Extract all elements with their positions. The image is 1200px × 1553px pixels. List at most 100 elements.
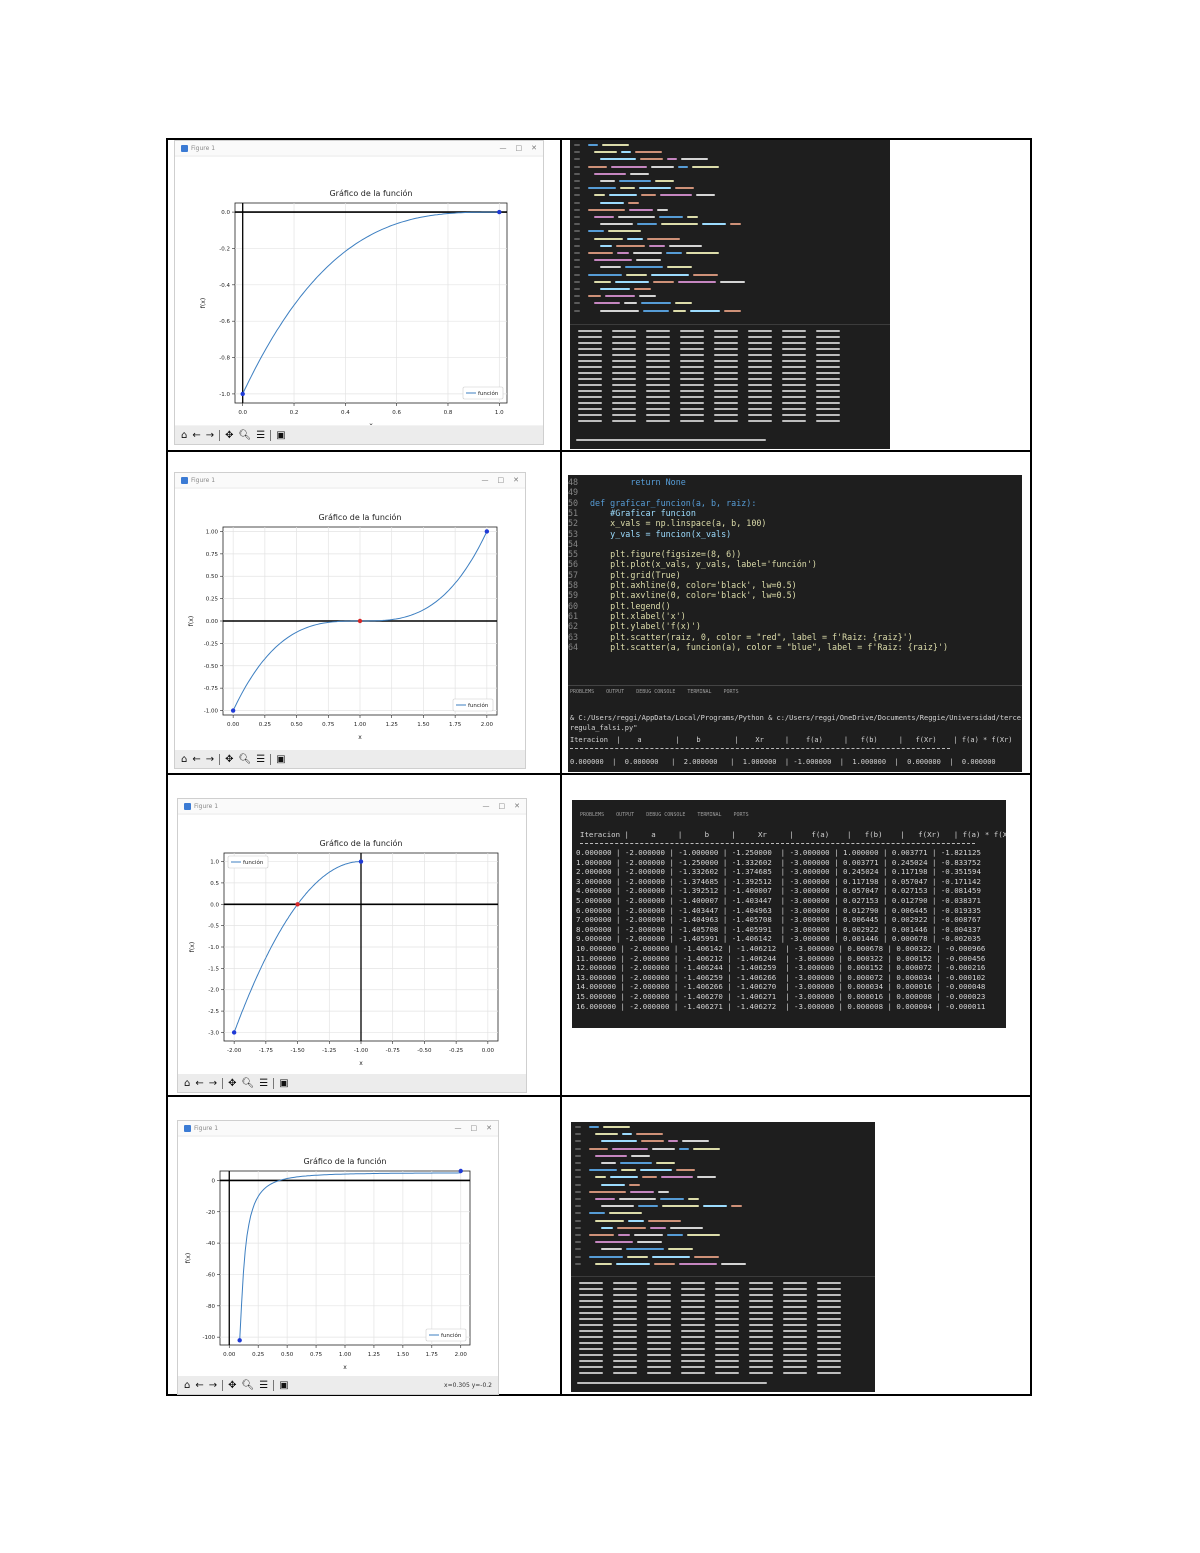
zoom-icon[interactable]: 🔍︎ (239, 430, 252, 441)
table-cell (714, 420, 738, 422)
pan-icon[interactable]: ✥ (228, 1380, 236, 1391)
table-cell (817, 1372, 841, 1374)
table-cell (681, 1306, 705, 1308)
code-line: 52 x_vals = np.linspace(a, b, 100) (568, 518, 766, 528)
plot-canvas[interactable]: Gráfico de la función x f(x) 0.00 0.25 0.50 0.… (178, 1137, 498, 1377)
code-token (670, 1226, 703, 1229)
code-token (661, 1176, 693, 1179)
zoom-icon[interactable]: 🔍︎ (242, 1380, 255, 1391)
save-icon[interactable]: ▣ (276, 754, 285, 765)
table-cell (715, 1300, 739, 1302)
pan-icon[interactable]: ✥ (225, 430, 233, 441)
code-token (656, 1162, 675, 1164)
terminal-tabs[interactable]: PROBLEMS OUTPUT DEBUG CONSOLE TERMINAL P… (580, 812, 1006, 818)
code-token (595, 1241, 633, 1244)
table-cell (612, 414, 636, 416)
zoom-icon[interactable]: 🔍︎ (239, 754, 252, 765)
pan-icon[interactable]: ✥ (225, 754, 233, 765)
maximize-icon[interactable]: □ (499, 802, 506, 810)
table-cell (816, 330, 840, 332)
table-row: 15.000000 | -2.000000 | -1.406270 | -1.4… (576, 992, 986, 1001)
configure-icon[interactable]: ☰ (256, 430, 265, 441)
configure-icon[interactable]: ☰ (259, 1380, 268, 1391)
home-icon[interactable]: ⌂ (181, 430, 187, 441)
table-cell (816, 360, 840, 362)
close-icon[interactable]: ✕ (531, 144, 537, 152)
back-icon[interactable]: ← (195, 1380, 203, 1391)
legend-label: función (243, 859, 264, 866)
home-icon[interactable]: ⌂ (181, 754, 187, 765)
minimize-icon[interactable]: — (500, 144, 507, 152)
code-token (594, 172, 626, 175)
table-cell (715, 1366, 739, 1368)
minimize-icon[interactable]: — (455, 1124, 462, 1132)
plot-canvas[interactable]: Gráfico de la función x f(x) 0.0 0.2 0.4 0.6 0.… (175, 157, 543, 429)
pan-icon[interactable]: ✥ (228, 1078, 236, 1089)
forward-icon[interactable]: → (206, 430, 214, 441)
table-cell (782, 396, 806, 398)
panel-divider (570, 324, 890, 325)
close-icon[interactable]: ✕ (486, 1124, 492, 1132)
code-token (667, 266, 692, 269)
minimize-icon[interactable]: — (482, 476, 489, 484)
y-tick-label: 1.00 (206, 529, 219, 535)
code-line: 49 (568, 487, 590, 497)
x-tick-label: 0.75 (322, 722, 335, 728)
home-icon[interactable]: ⌂ (184, 1380, 190, 1391)
save-icon[interactable]: ▣ (279, 1078, 288, 1089)
forward-icon[interactable]: → (209, 1078, 217, 1089)
table-cell (612, 366, 636, 368)
minimize-icon[interactable]: — (483, 802, 490, 810)
terminal-table-header: Iteracion | a | b | Xr | f(a) | f(b) | f… (570, 736, 1013, 744)
plot-canvas[interactable]: Gráfico de la función x f(x) 0.00 0.25 0.50 0.… (175, 489, 525, 751)
close-icon[interactable]: ✕ (513, 476, 519, 484)
table-cell (612, 408, 636, 410)
save-icon[interactable]: ▣ (276, 430, 285, 441)
table-cell (579, 1372, 603, 1374)
table-cell (579, 1324, 603, 1326)
code-token (624, 302, 637, 305)
table-cell (613, 1312, 637, 1314)
maximize-icon[interactable]: □ (498, 476, 505, 484)
x-axis-label: x (359, 1060, 363, 1067)
save-icon[interactable]: ▣ (279, 1380, 288, 1391)
back-icon[interactable]: ← (192, 430, 200, 441)
code-line: 50 def graficar_funcion(a, b, raiz): (568, 498, 756, 508)
code-token (595, 1154, 627, 1157)
close-icon[interactable]: ✕ (514, 802, 520, 810)
table-cell (782, 360, 806, 362)
configure-icon[interactable]: ☰ (256, 754, 265, 765)
table-cell (748, 336, 772, 338)
table-cell (681, 1348, 705, 1350)
zoom-icon[interactable]: 🔍︎ (242, 1078, 255, 1089)
table-cell (578, 378, 602, 380)
line-number (575, 1226, 581, 1229)
back-icon[interactable]: ← (192, 754, 200, 765)
line-number (574, 151, 580, 154)
table-cell (816, 402, 840, 404)
table-cell (715, 1312, 739, 1314)
table-cell (749, 1288, 773, 1290)
maximize-icon[interactable]: □ (516, 144, 523, 152)
forward-icon[interactable]: → (209, 1380, 217, 1391)
code-token (628, 201, 639, 204)
terminal-command: & C:/Users/reggi/AppData/Local/Programs/… (570, 714, 1022, 722)
table-cell (715, 1354, 739, 1356)
forward-icon[interactable]: → (206, 754, 214, 765)
code-line: 54 (568, 539, 590, 549)
maximize-icon[interactable]: □ (471, 1124, 478, 1132)
line-number (575, 1241, 581, 1244)
table-cell (579, 1330, 603, 1332)
back-icon[interactable]: ← (195, 1078, 203, 1089)
table-cell (816, 390, 840, 392)
code-token (630, 172, 649, 175)
home-icon[interactable]: ⌂ (184, 1078, 190, 1089)
code-token (694, 1255, 719, 1258)
table-cell (579, 1300, 603, 1302)
plot-canvas[interactable]: Gráfico de la función x f(x) -2.00 -1.75 -1.5… (178, 815, 526, 1075)
terminal-tabs[interactable]: PROBLEMS OUTPUT DEBUG CONSOLE TERMINAL P… (570, 689, 1022, 695)
table-cell (714, 408, 738, 410)
configure-icon[interactable]: ☰ (259, 1078, 268, 1089)
table-cell (647, 1300, 671, 1302)
code-token (612, 1147, 648, 1150)
